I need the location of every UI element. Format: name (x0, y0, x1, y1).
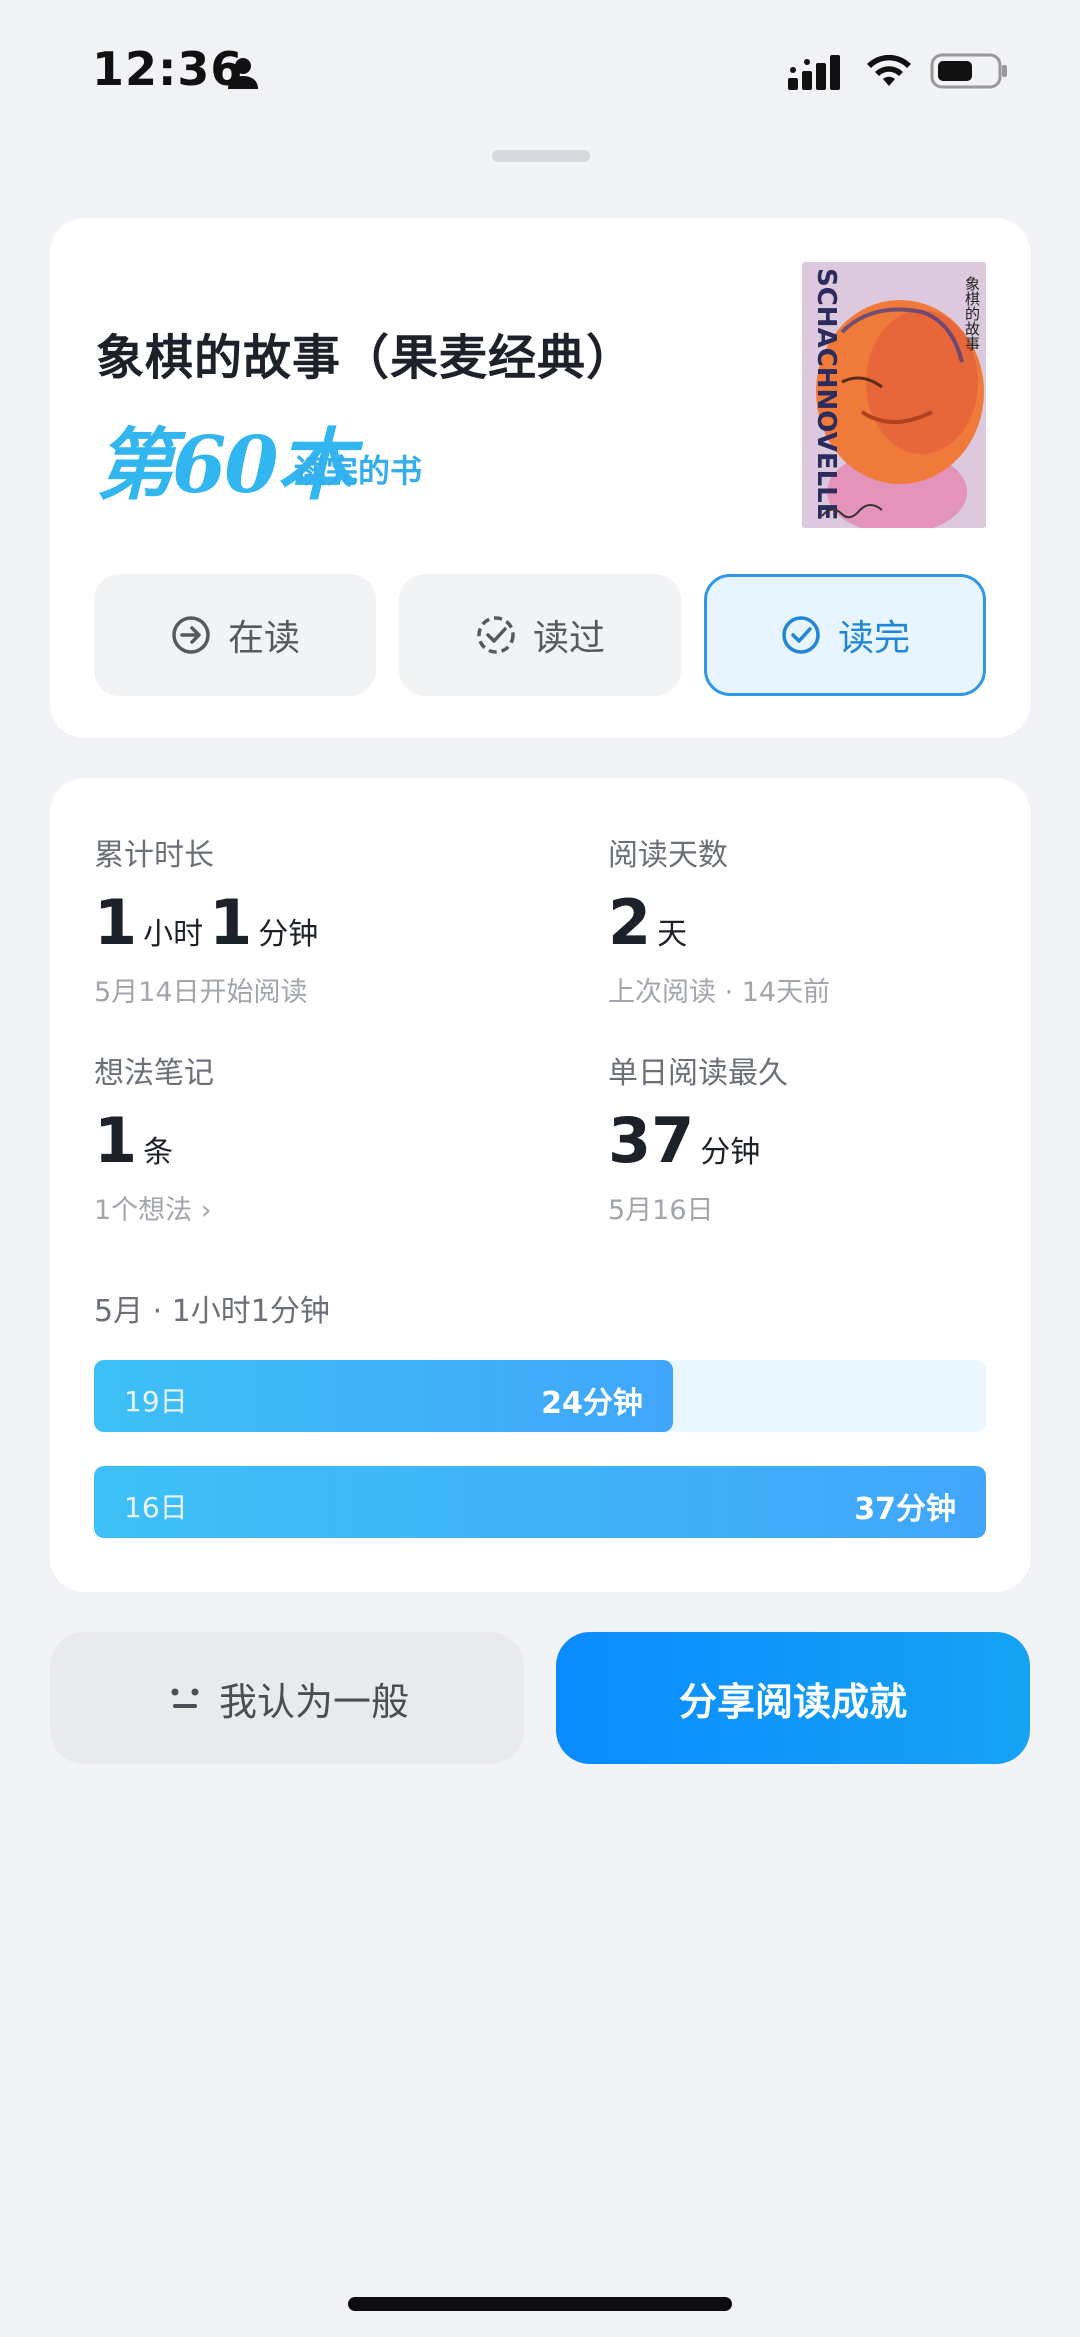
stat-notes-value: 1 条 (94, 1110, 214, 1172)
daily-bar-day: 19日 (124, 1385, 188, 1418)
stat-hours-unit: 小时 (143, 917, 204, 952)
stat-longest-day: 单日阅读最久 37 分钟 5月16日 (608, 1048, 788, 1227)
stat-days-unit: 天 (657, 917, 688, 952)
home-indicator[interactable] (348, 2297, 732, 2311)
stat-reading-days-value: 2 天 (608, 892, 830, 954)
daily-bar-duration: 37分钟 (854, 1492, 956, 1527)
book-card: 象棋的故事（果麦经典） 第60本 读完的书 SCHACHNOVELLE 象棋的故… (50, 218, 1030, 738)
status-read-button[interactable]: 读过 (399, 574, 681, 696)
cover-spine-text: SCHACHNOVELLE (811, 268, 841, 520)
status-read-label: 读过 (532, 618, 605, 659)
status-time: 12:36 (92, 42, 244, 96)
daily-bar-fill: 19日 24分钟 (94, 1360, 673, 1432)
daily-bar-track: 16日 37分钟 (94, 1466, 986, 1538)
stat-notes-link[interactable]: 1个想法 › (94, 1188, 214, 1227)
stat-total-time-value: 1 小时 1 分钟 (94, 892, 324, 954)
status-reading-button[interactable]: 在读 (94, 574, 376, 696)
share-achievement-label: 分享阅读成就 (678, 1679, 907, 1724)
stat-days: 2 (608, 886, 652, 959)
book-title: 象棋的故事（果麦经典） (96, 330, 636, 386)
status-reading-label: 在读 (227, 618, 300, 659)
cover-title: 象棋的故事 (963, 276, 981, 351)
stat-reading-days-label: 阅读天数 (608, 838, 728, 873)
daily-bar-duration: 24分钟 (541, 1386, 643, 1421)
stat-total-time-sub: 5月14日开始阅读 (94, 977, 308, 1008)
check-circle-icon (782, 616, 820, 654)
stat-longest-unit: 分钟 (700, 1135, 761, 1170)
wifi-icon (867, 54, 911, 86)
stat-longest-day-sub: 5月16日 (608, 1195, 714, 1226)
stat-notes[interactable]: 想法笔记 1 条 1个想法 › (94, 1048, 214, 1227)
daily-bar-day: 16日 (124, 1491, 188, 1524)
battery-icon (930, 53, 1007, 89)
stat-reading-days: 阅读天数 2 天 上次阅读 · 14天前 (608, 830, 830, 1009)
daily-bar-track: 19日 24分钟 (94, 1360, 986, 1432)
monthly-summary-label: 5月 · 1小时1分钟 (94, 1294, 330, 1329)
stat-notes-label: 想法笔记 (94, 1056, 214, 1091)
share-achievement-button[interactable]: 分享阅读成就 (556, 1632, 1030, 1764)
status-finished-label: 读完 (837, 618, 910, 659)
book-cover[interactable]: SCHACHNOVELLE 象棋的故事 (802, 262, 986, 528)
stat-longest-day-value: 37 分钟 (608, 1110, 788, 1172)
reading-stats-card: 累计时长 1 小时 1 分钟 5月14日开始阅读 阅读天数 2 天 上次阅读 ·… (50, 778, 1030, 1592)
sheet-grabber[interactable] (492, 150, 590, 162)
stat-minutes: 1 (209, 886, 253, 959)
stat-notes-unit: 条 (143, 1135, 174, 1170)
meh-face-icon (171, 1688, 199, 1708)
stat-total-time-label: 累计时长 (94, 838, 214, 873)
dashed-check-circle-icon (477, 616, 515, 654)
book-rank-suffix: 读完的书 (294, 452, 423, 490)
stat-hours: 1 (94, 886, 138, 959)
signal-icon (788, 55, 840, 90)
status-finished-button[interactable]: 读完 (704, 574, 986, 696)
stat-total-time: 累计时长 1 小时 1 分钟 5月14日开始阅读 (94, 830, 324, 1009)
rate-meh-button[interactable]: 我认为一般 (50, 1632, 524, 1764)
person-icon (228, 58, 258, 89)
stat-longest-day-label: 单日阅读最久 (608, 1056, 788, 1091)
stat-minutes-unit: 分钟 (258, 917, 319, 952)
stat-reading-days-sub: 上次阅读 · 14天前 (608, 977, 831, 1008)
stat-longest-minutes: 37 (608, 1104, 695, 1177)
stat-notes-count: 1 (94, 1104, 138, 1177)
daily-bar-fill: 16日 37分钟 (94, 1466, 986, 1538)
book-cover-art: SCHACHNOVELLE 象棋的故事 (802, 262, 986, 528)
rate-meh-label: 我认为一般 (218, 1679, 409, 1724)
arrow-circle-icon (172, 616, 210, 654)
status-bar: 12:36 (0, 0, 1080, 140)
